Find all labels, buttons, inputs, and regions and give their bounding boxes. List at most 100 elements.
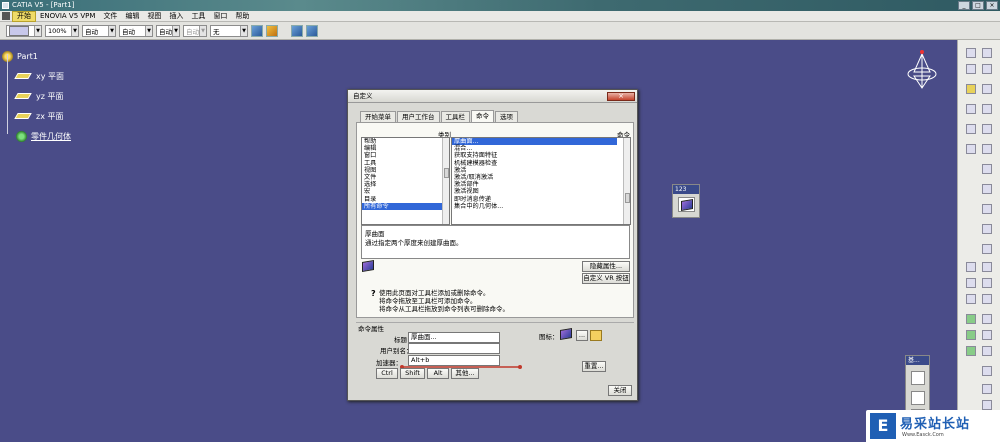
format-painter-icon[interactable]	[266, 24, 278, 37]
shell-icon[interactable]	[966, 278, 976, 288]
tree-item-zx[interactable]: zx 平面	[2, 106, 122, 126]
pocket-icon[interactable]	[982, 124, 992, 134]
list-item[interactable]: 激活视图	[452, 188, 630, 195]
customize-vr-button[interactable]: 自定义 VR 按钮	[582, 273, 630, 284]
tab-toolbars[interactable]: 工具栏	[440, 111, 470, 122]
list-item[interactable]: 即时消息传递	[452, 196, 630, 203]
sketch-tool-icon[interactable]	[911, 391, 925, 405]
mirror-icon[interactable]	[982, 346, 992, 356]
sketch-icon[interactable]	[982, 104, 992, 114]
point-combo[interactable]: 自动 ▼	[156, 24, 180, 37]
tab-commands[interactable]: 命令	[471, 110, 494, 122]
list-item[interactable]: 视图	[362, 167, 449, 174]
linetype-combo[interactable]: 自动 ▼	[82, 24, 116, 37]
menu-start[interactable]: 开始	[12, 10, 36, 22]
chamfer-icon[interactable]	[966, 262, 976, 272]
document-icon[interactable]	[2, 12, 10, 20]
sketch-tool-icon[interactable]	[911, 371, 925, 385]
menu-window[interactable]: 窗口	[209, 11, 231, 22]
floating-toolbar-title[interactable]: 基...	[906, 356, 929, 365]
other-button[interactable]: 其他...	[451, 368, 479, 379]
command-list[interactable]: 厚曲面... 混合... 获取支持面特征 机械建模器检查 激活 激活/取消激活 …	[451, 137, 631, 225]
menu-tools[interactable]: 工具	[187, 11, 209, 22]
dialog-title-bar[interactable]: 自定义 ×	[348, 90, 637, 103]
line-icon[interactable]	[966, 64, 976, 74]
reset-button[interactable]: 重置...	[582, 361, 606, 372]
loft-icon[interactable]	[982, 224, 992, 234]
icon-browse-button[interactable]: ...	[576, 330, 588, 341]
pad-icon[interactable]	[966, 124, 976, 134]
groove-icon[interactable]	[982, 144, 992, 154]
title-field[interactable]: 厚曲面...	[408, 332, 500, 343]
tab-start-menu[interactable]: 开始菜单	[360, 111, 396, 122]
color-combo[interactable]: ▼	[6, 24, 42, 37]
menu-file[interactable]: 文件	[99, 11, 121, 22]
tab-options[interactable]: 选项	[495, 111, 518, 122]
slot-icon[interactable]	[982, 204, 992, 214]
menu-enovia[interactable]: ENOVIA V5 VPM	[36, 11, 99, 22]
menu-view[interactable]: 视图	[143, 11, 165, 22]
plane-icon[interactable]	[982, 64, 992, 74]
lineweight-combo[interactable]: 自动 ▼	[119, 24, 153, 37]
command-scrollbar[interactable]	[623, 138, 630, 224]
thick-surface-icon[interactable]	[966, 314, 976, 324]
list-item[interactable]: 机械建模器检查	[452, 160, 630, 167]
line-icon[interactable]	[966, 48, 976, 58]
translate-icon[interactable]	[982, 330, 992, 340]
layer-combo[interactable]: 自动 ▼	[183, 24, 207, 37]
hole-icon[interactable]	[982, 164, 992, 174]
rib-icon[interactable]	[982, 184, 992, 194]
paint-icon[interactable]	[251, 24, 263, 37]
rotate-icon[interactable]	[966, 346, 976, 356]
close-button[interactable]: 关闭	[608, 385, 632, 396]
scaling-icon[interactable]	[982, 384, 992, 394]
plane-icon[interactable]	[966, 84, 976, 94]
category-list[interactable]: 帮助 编辑 窗口 工具 视图 文件 选择 宏 目录 所有命令	[361, 137, 450, 225]
close-surface-icon[interactable]	[982, 314, 992, 324]
hide-properties-button[interactable]: 隐藏属性...	[582, 261, 630, 272]
category-scrollbar[interactable]	[442, 138, 449, 224]
tree-item-yz[interactable]: yz 平面	[2, 86, 122, 106]
minimize-button[interactable]: _	[958, 1, 970, 10]
list-item-selected[interactable]: 厚曲面...	[452, 138, 617, 146]
draft-icon[interactable]	[982, 262, 992, 272]
zoom-combo[interactable]: 100% ▼	[45, 24, 79, 37]
thick-surface-tool-button[interactable]	[678, 197, 695, 212]
floating-toolbar-title[interactable]: 123	[673, 185, 699, 194]
menu-insert[interactable]: 插入	[165, 11, 187, 22]
view-icon[interactable]	[291, 24, 303, 37]
tree-item-xy[interactable]: xy 平面	[2, 66, 122, 86]
list-item[interactable]: 激活	[452, 167, 630, 174]
list-item-selected[interactable]: 所有命令	[362, 202, 449, 210]
menu-help[interactable]: 帮助	[231, 11, 253, 22]
tab-user-workbench[interactable]: 用户工作台	[397, 111, 440, 122]
compass-icon[interactable]	[905, 48, 939, 92]
maximize-button[interactable]: □	[972, 1, 984, 10]
menu-edit[interactable]: 编辑	[121, 11, 143, 22]
split-icon[interactable]	[982, 294, 992, 304]
dialog-close-icon[interactable]: ×	[607, 92, 635, 101]
alt-button[interactable]: Alt	[427, 368, 449, 379]
fillet-icon[interactable]	[982, 244, 992, 254]
boolean-icon[interactable]	[982, 400, 992, 410]
list-item[interactable]: 集合中的几何体...	[452, 203, 630, 210]
list-item[interactable]: 窗口	[362, 152, 449, 159]
tree-item-body[interactable]: 零件几何体	[2, 126, 122, 146]
axis-icon[interactable]	[982, 84, 992, 94]
folder-icon[interactable]	[590, 330, 602, 341]
list-item[interactable]: 选择	[362, 181, 449, 188]
list-item[interactable]: 工具	[362, 160, 449, 167]
ctrl-button[interactable]: Ctrl	[376, 368, 398, 379]
pattern-icon[interactable]	[982, 366, 992, 376]
shift-button[interactable]: Shift	[400, 368, 425, 379]
layer-filter-icon[interactable]	[306, 24, 318, 37]
sew-surface-icon[interactable]	[966, 330, 976, 340]
close-window-button[interactable]: ×	[986, 1, 998, 10]
tree-root[interactable]: Part1	[2, 46, 122, 66]
sketch-icon[interactable]	[966, 104, 976, 114]
alias-field[interactable]	[408, 343, 500, 354]
shaft-icon[interactable]	[966, 144, 976, 154]
thread-icon[interactable]	[966, 294, 976, 304]
thickness-icon[interactable]	[982, 278, 992, 288]
list-item[interactable]: 目录	[362, 196, 449, 203]
